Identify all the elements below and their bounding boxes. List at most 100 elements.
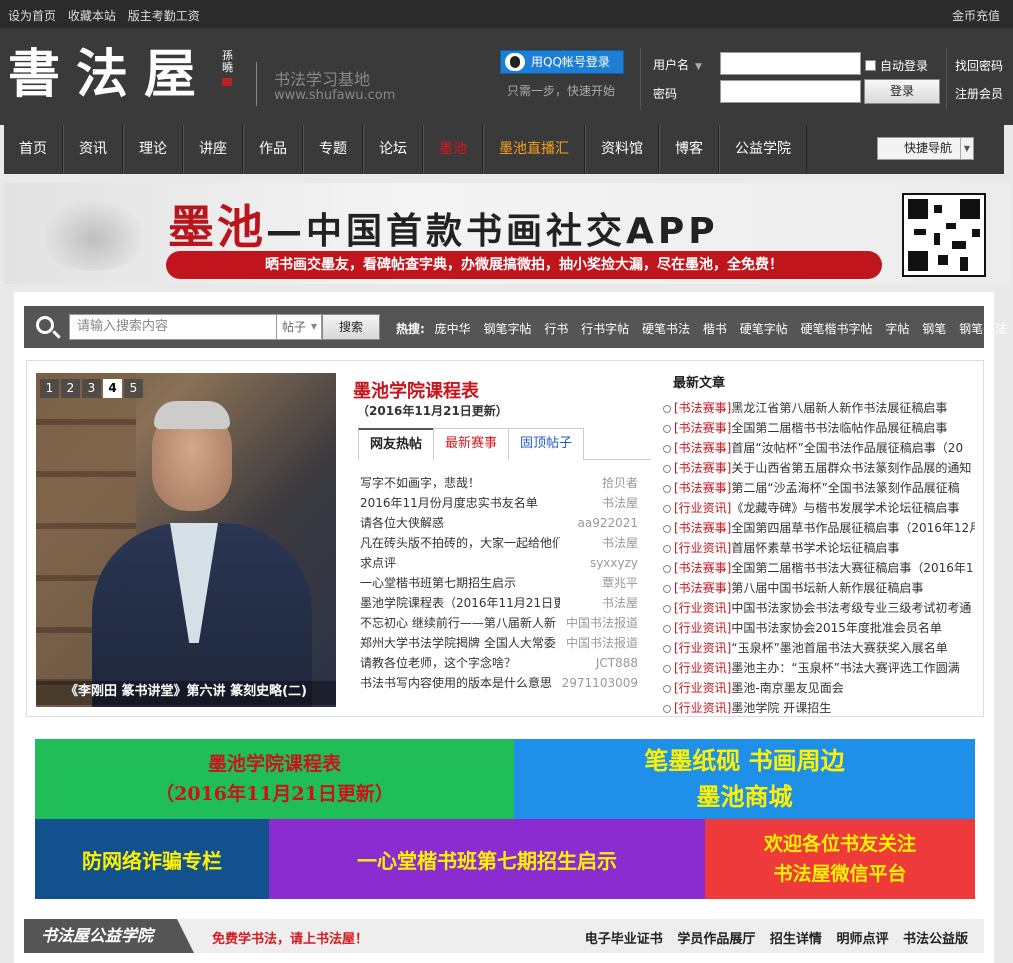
post-title[interactable]: 求点评 (360, 553, 396, 573)
article-tag[interactable]: [行业资讯] (674, 641, 731, 655)
post-title[interactable]: 书法书写内容使用的版本是什么意思 (360, 673, 552, 693)
moderator-wage-link[interactable]: 版主考勤工资 (128, 9, 200, 23)
article-tag[interactable]: [书法赛事] (674, 521, 731, 535)
hot-search-link[interactable]: 钢笔书法 (959, 322, 1007, 336)
nav-item-news[interactable]: 资讯 (63, 125, 123, 174)
list-item[interactable]: [书法赛事]全国第二届楷书书法临帖作品展征稿启事 (663, 418, 975, 438)
article-title[interactable]: 第八届中国书坛新人新作展征稿启事 (731, 581, 923, 595)
post-author[interactable]: 中国书法报道 (561, 633, 638, 653)
tab-hot-posts[interactable]: 网友热帖 (358, 428, 435, 460)
list-item[interactable]: 不忘初心 继续前行——第八届新人新 中国书法报道 (360, 613, 638, 633)
nav-item-forum[interactable]: 论坛 (363, 125, 423, 174)
list-item[interactable]: [书法赛事]关于山西省第五届群众书法篆刻作品展的通知 (663, 458, 975, 478)
anti-fraud-tile[interactable]: 防网络诈骗专栏 (35, 819, 269, 899)
post-title[interactable]: 写字不如画字，悲哉！ (360, 473, 480, 493)
article-title[interactable]: 全国第二届楷书书法临帖作品展征稿启事 (731, 421, 947, 435)
tab-pinned-posts[interactable]: 固顶帖子 (508, 428, 585, 460)
article-title[interactable]: 《龙藏寺碑》与楷书发展学术论坛征稿启事 (731, 501, 959, 515)
find-password-link[interactable]: 找回密码 (955, 57, 1003, 74)
hot-search-link[interactable]: 硬笔字帖 (740, 322, 788, 336)
post-author[interactable]: 中国书法报道 (561, 613, 638, 633)
list-item[interactable]: [书法赛事]第八届中国书坛新人新作展征稿启事 (663, 578, 975, 598)
slider-image[interactable] (36, 373, 336, 707)
article-title[interactable]: 全国第二届楷书书法大赛征稿启事（2016年11月 (731, 561, 975, 575)
post-title[interactable]: 一心堂楷书班第七期招生启示 (360, 573, 516, 593)
password-input[interactable] (720, 80, 861, 103)
post-author[interactable]: 覃兆平 (597, 573, 638, 593)
list-item[interactable]: [行业资讯]墨池-南京墨友见面会 (663, 678, 975, 698)
login-button[interactable]: 登录 (864, 79, 940, 104)
list-item[interactable]: 一心堂楷书班第七期招生启示 覃兆平 (360, 573, 638, 593)
list-item[interactable]: 2016年11月份月度忠实书友名单 书法屋 (360, 493, 638, 513)
article-tag[interactable]: [书法赛事] (674, 481, 731, 495)
nav-item-home[interactable]: 首页 (4, 125, 63, 174)
course-schedule-link[interactable]: 墨池学院课程表 (353, 377, 479, 403)
hot-search-link[interactable]: 钢笔 (922, 322, 946, 336)
list-item[interactable]: 写字不如画字，悲哉！ 拾贝者 (360, 473, 638, 493)
list-item[interactable]: 郑州大学书法学院揭牌 全国人大常委 中国书法报道 (360, 633, 638, 653)
search-icon[interactable] (36, 316, 54, 334)
nav-item-library[interactable]: 资料馆 (585, 125, 659, 174)
list-item[interactable]: 墨池学院课程表（2016年11月21日更新） 书法屋 (360, 593, 638, 613)
list-item[interactable]: [书法赛事]全国第二届楷书书法大赛征稿启事（2016年11月 (663, 558, 975, 578)
article-tag[interactable]: [书法赛事] (674, 561, 731, 575)
slider-page-3[interactable]: 3 (82, 379, 101, 398)
register-link[interactable]: 注册会员 (955, 85, 1003, 102)
hot-search-link[interactable]: 硬笔书法 (642, 322, 690, 336)
post-title[interactable]: 请教各位老师，这个字念啥？ (360, 653, 516, 673)
bookmark-link[interactable]: 收藏本站 (68, 9, 116, 23)
post-title[interactable]: 2016年11月份月度忠实书友名单 (360, 493, 538, 513)
article-title[interactable]: 首届“汝帖杯”全国书法作品展征稿启事（20 (731, 441, 963, 455)
mochi-app-banner[interactable]: 墨池—中国首款书画社交APP 晒书画交墨友，看碑帖查字典，办微展搞微拍，抽小奖捡… (4, 183, 1010, 284)
search-input[interactable]: 请输入搜索内容 (69, 314, 277, 340)
post-title[interactable]: 郑州大学书法学院揭牌 全国人大常委 (360, 633, 556, 653)
enrollment-notice-tile[interactable]: 一心堂楷书班第七期招生启示 (269, 819, 705, 899)
quick-nav-dropdown[interactable]: 快捷导航 ▼ (877, 137, 974, 160)
search-button[interactable]: 搜索 (322, 314, 380, 340)
e-certificate-link[interactable]: 电子毕业证书 (585, 932, 663, 947)
set-homepage-link[interactable]: 设为首页 (8, 9, 56, 23)
hot-search-link[interactable]: 楷书 (703, 322, 727, 336)
academy-slogan[interactable]: 免费学书法，请上书法屋！ (212, 928, 368, 947)
article-tag[interactable]: [书法赛事] (674, 401, 731, 415)
slider-page-5[interactable]: 5 (124, 379, 143, 398)
hot-search-link[interactable]: 行书 (544, 322, 568, 336)
nav-item-lectures[interactable]: 讲座 (183, 125, 243, 174)
nav-item-academy[interactable]: 公益学院 (719, 125, 807, 174)
auto-login-checkbox[interactable]: 自动登录 (865, 57, 928, 74)
article-title[interactable]: 第二届“沙孟海杯”全国书法篆刻作品展征稿 (731, 481, 959, 495)
article-title[interactable]: 墨池-南京墨友见面会 (731, 681, 843, 695)
article-title[interactable]: 黑龙江省第八届新人新作书法展征稿启事 (731, 401, 947, 415)
list-item[interactable]: 书法书写内容使用的版本是什么意思 2971103009 (360, 673, 638, 693)
post-author[interactable]: 书法屋 (597, 533, 638, 553)
list-item[interactable]: 凡在砖头版不拍砖的，大家一起给他们减 书法屋 (360, 533, 638, 553)
list-item[interactable]: [书法赛事]全国第四届草书作品展征稿启事（2016年12月 (663, 518, 975, 538)
post-title[interactable]: 凡在砖头版不拍砖的，大家一起给他们减 (360, 533, 560, 553)
wechat-follow-tile[interactable]: 欢迎各位书友关注 书法屋微信平台 (705, 819, 975, 899)
student-works-link[interactable]: 学员作品展厅 (677, 932, 755, 947)
article-title[interactable]: 中国书法家协会2015年度批准会员名单 (731, 621, 942, 635)
article-tag[interactable]: [书法赛事] (674, 441, 731, 455)
site-logo[interactable]: 書法屋 (8, 40, 212, 110)
nav-item-blog[interactable]: 博客 (659, 125, 719, 174)
list-item[interactable]: [行业资讯]中国书法家协会书法考级专业三级考试初考通 (663, 598, 975, 618)
nav-item-mochi-live[interactable]: 墨池直播汇 (483, 125, 585, 174)
coin-recharge-link[interactable]: 金币充值 (952, 7, 1000, 24)
article-tag[interactable]: [行业资讯] (674, 541, 731, 555)
article-tag[interactable]: [书法赛事] (674, 581, 731, 595)
slider-page-4[interactable]: 4 (103, 379, 122, 398)
post-author[interactable]: 拾贝者 (597, 473, 638, 493)
article-tag[interactable]: [行业资讯] (674, 661, 731, 675)
slider-page-2[interactable]: 2 (61, 379, 80, 398)
post-author[interactable]: aa922021 (573, 513, 638, 533)
list-item[interactable]: [书法赛事]第二届“沙孟海杯”全国书法篆刻作品展征稿 (663, 478, 975, 498)
nav-item-works[interactable]: 作品 (243, 125, 303, 174)
post-author[interactable]: 书法屋 (597, 593, 638, 613)
list-item[interactable]: [书法赛事]黑龙江省第八届新人新作书法展征稿启事 (663, 398, 975, 418)
post-title[interactable]: 请各位大侠解惑 (360, 513, 444, 533)
list-item[interactable]: 求点评 syxxyzy (360, 553, 638, 573)
slider-caption[interactable]: 《李刚田 篆书讲堂》第六讲 篆刻史略(二) (36, 681, 336, 705)
list-item[interactable]: 请各位大侠解惑 aa922021 (360, 513, 638, 533)
list-item[interactable]: [行业资讯]墨池主办：“玉泉杯”书法大赛评选工作圆满 (663, 658, 975, 678)
list-item[interactable]: [书法赛事]首届“汝帖杯”全国书法作品展征稿启事（20 (663, 438, 975, 458)
